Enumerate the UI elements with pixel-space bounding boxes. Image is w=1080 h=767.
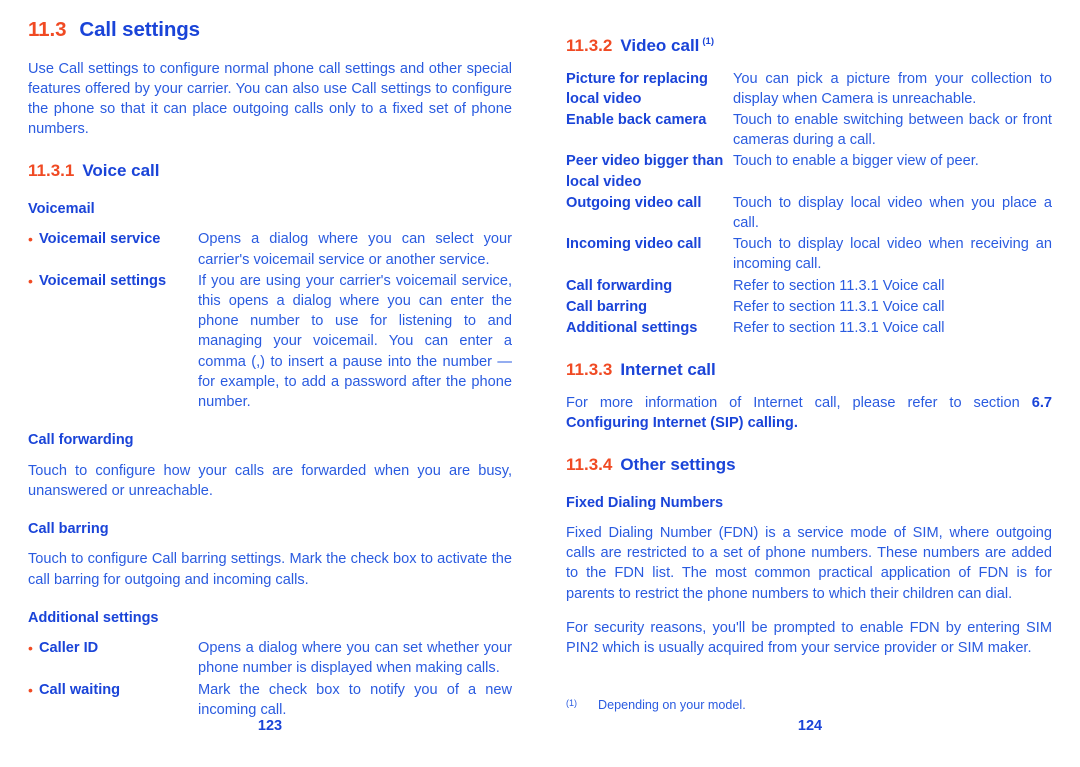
list-item: Additional settings Refer to section 11.… [566, 318, 1052, 338]
description-additional-settings: Refer to section 11.3.1 Voice call [733, 319, 945, 336]
section-number: 11.3 [28, 18, 67, 41]
internet-call-text: For more information of Internet call, p… [566, 393, 1052, 433]
subsection-number: 11.3.3 [566, 360, 613, 380]
description-call-barring: Refer to section 11.3.1 Voice call [733, 298, 945, 315]
call-barring-heading: Call barring [28, 520, 109, 537]
call-barring-text: Touch to configure Call barring settings… [28, 551, 512, 588]
description-call-forwarding: Refer to section 11.3.1 Voice call [733, 277, 945, 294]
list-item: Peer video bigger than local video Touch… [566, 151, 1052, 191]
internet-call-text-plain: For more information of Internet call, p… [566, 394, 1032, 411]
voicemail-definition-list: • Voicemail service Opens a dialog where… [28, 229, 512, 412]
page-left-123: 11.3 Call settings Use Call settings to c… [0, 0, 540, 767]
section-title: Call settings [79, 18, 200, 41]
bullet-icon: • [28, 640, 33, 657]
term-incoming-video-call: Incoming video call [566, 236, 702, 253]
call-forwarding-heading: Call forwarding [28, 432, 134, 449]
term-call-waiting: Call waiting [39, 681, 121, 698]
list-item: Call barring Refer to section 11.3.1 Voi… [566, 297, 1052, 317]
term-call-barring: Call barring [566, 298, 648, 315]
footnote-marker: (1) [566, 698, 577, 708]
term-outgoing-video-call: Outgoing video call [566, 194, 702, 211]
page-number-left: 123 [257, 718, 283, 734]
description-voicemail-service: Opens a dialog where you can select your… [198, 231, 512, 268]
page-right-content: 11.3.2 Video call (1) Picture for replacin… [566, 14, 1052, 658]
description-voicemail-settings: If you are using your carrier's voicemai… [198, 272, 512, 410]
list-item: • Caller ID Opens a dialog where you can… [28, 638, 512, 678]
intro-paragraph: Use Call settings to configure normal ph… [28, 60, 512, 138]
bullet-icon: • [28, 272, 33, 289]
section-heading-call-settings: 11.3 Call settings [28, 18, 512, 42]
list-item: • Voicemail service Opens a dialog where… [28, 229, 512, 269]
term-voicemail-service: Voicemail service [39, 231, 161, 248]
term-additional-settings: Additional settings [566, 319, 698, 336]
subsection-title: Voice call [82, 161, 160, 181]
subsection-heading-voice-call: 11.3.1 Voice call [28, 161, 512, 181]
list-item: Outgoing video call Touch to display loc… [566, 193, 1052, 233]
list-item: Picture for replacing local video You ca… [566, 69, 1052, 109]
subsection-title: Video call [620, 36, 700, 55]
term-caller-id: Caller ID [39, 640, 99, 657]
term-peer-video-bigger-than-local-video: Peer video bigger than local video [566, 153, 724, 190]
fixed-dialing-numbers-heading: Fixed Dialing Numbers [566, 494, 724, 511]
page-number-right: 124 [797, 718, 823, 734]
subsection-heading-other-settings: 11.3.4 Other settings [566, 455, 1052, 475]
fixed-dialing-paragraph-2: For security reasons, you'll be prompted… [566, 619, 1052, 657]
subsection-title: Internet call [620, 360, 716, 380]
footnote: (1) Depending on your model. [566, 697, 1036, 713]
subsection-number: 11.3.1 [28, 161, 75, 181]
call-forwarding-text: Touch to configure how your calls are fo… [28, 462, 512, 499]
manual-page-spread: 11.3 Call settings Use Call settings to c… [0, 0, 1080, 767]
voicemail-heading: Voicemail [28, 200, 95, 217]
description-call-waiting: Mark the check box to notify you of a ne… [198, 681, 512, 718]
list-item: • Call waiting Mark the check box to not… [28, 680, 512, 720]
bullet-icon: • [28, 681, 33, 698]
page-right-124: 11.3.2 Video call (1) Picture for replacin… [540, 0, 1080, 767]
subsection-number: 11.3.2 [566, 36, 613, 55]
term-enable-back-camera: Enable back camera [566, 111, 707, 128]
subsection-title: Other settings [620, 455, 736, 475]
list-item: Enable back camera Touch to enable switc… [566, 110, 1052, 150]
description-caller-id: Opens a dialog where you can set whether… [198, 640, 512, 677]
footnote-marker: (1) [702, 36, 715, 48]
subsection-number: 11.3.4 [566, 455, 613, 475]
description-peer-video-bigger-than-local-video: Touch to enable a bigger view of peer. [733, 153, 979, 170]
term-call-forwarding: Call forwarding [566, 277, 673, 294]
additional-settings-heading: Additional settings [28, 609, 159, 626]
description-enable-back-camera: Touch to enable switching between back o… [733, 111, 1052, 149]
description-outgoing-video-call: Touch to display local video when you pl… [733, 194, 1052, 231]
video-call-definition-list: Picture for replacing local video You ca… [566, 69, 1052, 339]
description-picture-for-replacing-local-video: You can pick a picture from your collect… [733, 70, 1052, 107]
subsection-heading-video-call: 11.3.2 Video call (1) [566, 36, 1052, 56]
term-voicemail-settings: Voicemail settings [39, 272, 167, 289]
subsection-heading-internet-call: 11.3.3 Internet call [566, 360, 1052, 380]
list-item: Call forwarding Refer to section 11.3.1 … [566, 276, 1052, 296]
footnote-text: Depending on your model. [598, 698, 746, 712]
description-incoming-video-call: Touch to display local video when receiv… [733, 236, 1052, 273]
list-item: • Voicemail settings If you are using yo… [28, 271, 512, 412]
fixed-dialing-paragraph-1: Fixed Dialing Number (FDN) is a service … [566, 525, 1052, 602]
list-item: Incoming video call Touch to display loc… [566, 234, 1052, 274]
term-picture-for-replacing-local-video: Picture for replacing local video [566, 70, 708, 107]
bullet-icon: • [28, 231, 33, 248]
additional-settings-definition-list: • Caller ID Opens a dialog where you can… [28, 638, 512, 720]
page-left-content: 11.3 Call settings Use Call settings to c… [28, 18, 512, 721]
